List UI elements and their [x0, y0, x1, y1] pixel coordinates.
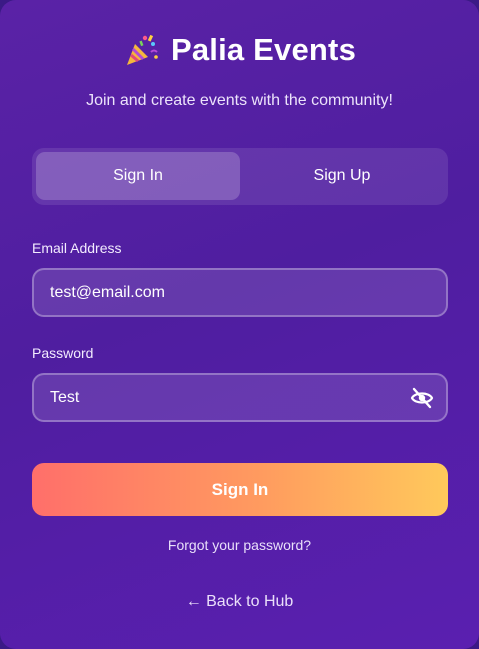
- password-field[interactable]: [50, 375, 390, 420]
- email-field[interactable]: [50, 270, 390, 315]
- password-field-container: [32, 373, 448, 422]
- auth-card: Palia Events Join and create events with…: [0, 0, 479, 649]
- tab-sign-in[interactable]: Sign In: [36, 152, 240, 200]
- party-popper-icon: [126, 34, 158, 65]
- password-label: Password: [32, 345, 94, 361]
- forgot-password-link[interactable]: Forgot your password?: [0, 537, 479, 553]
- eye-off-icon[interactable]: [410, 386, 434, 410]
- email-label: Email Address: [32, 240, 122, 256]
- email-field-container: [32, 268, 448, 317]
- sign-in-button[interactable]: Sign In: [32, 463, 448, 516]
- back-to-hub-link[interactable]: ← Back to Hub: [0, 593, 479, 611]
- app-title: Palia Events: [170, 32, 357, 67]
- auth-tabs: Sign In Sign Up: [32, 148, 448, 205]
- tab-sign-up[interactable]: Sign Up: [240, 152, 444, 200]
- subtitle: Join and create events with the communit…: [86, 92, 393, 109]
- header: Palia Events: [0, 32, 479, 68]
